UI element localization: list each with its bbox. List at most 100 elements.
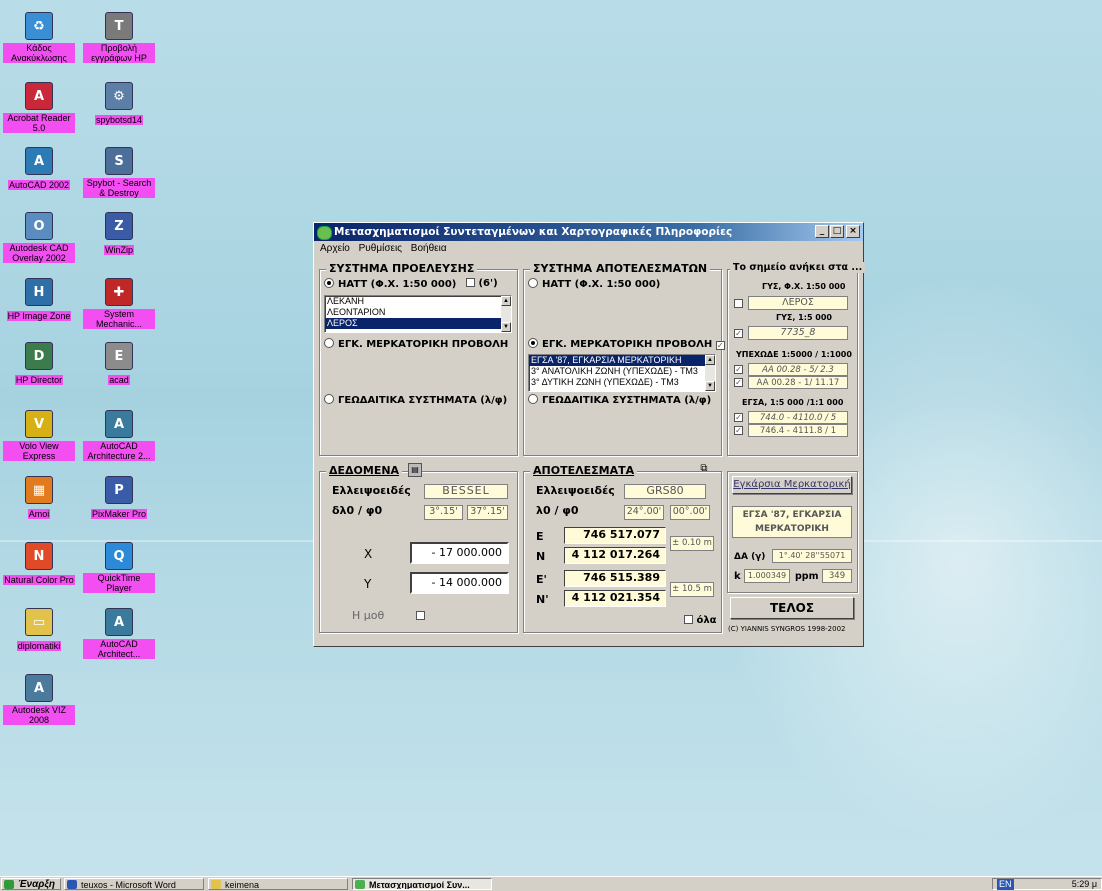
ypexode-checkbox-2[interactable]: ✓ xyxy=(734,378,743,387)
paste-icon[interactable]: ▤ xyxy=(408,463,422,477)
desktop-icon[interactable]: D HP Director xyxy=(3,342,75,386)
egsa-checkbox-2[interactable]: ✓ xyxy=(734,426,743,435)
source-6-checkbox[interactable]: (6') xyxy=(466,278,498,289)
k-value: 1.000349 xyxy=(744,569,790,583)
n-value: 4 112 017.264 xyxy=(564,547,666,564)
desktop-icon[interactable]: O Autodesk CAD Overlay 2002 xyxy=(3,212,75,264)
desktop-icon-label: Προβολή εγγράφων HP xyxy=(83,43,155,63)
desktop-icon-label: HP Image Zone xyxy=(6,311,72,321)
desktop-icon-label: AutoCAD Architecture 2... xyxy=(83,441,155,461)
desktop-icon[interactable]: ✚ System Mechanic... xyxy=(83,278,155,330)
desktop-icon[interactable]: Q QuickTime Player xyxy=(83,542,155,594)
desktop-icon[interactable]: P PixMaker Pro xyxy=(83,476,155,520)
desktop-icon[interactable]: ⚙ spybotsd14 xyxy=(83,82,155,126)
list-item[interactable]: 3° ΔΥΤΙΚΗ ΖΩΝΗ (ΥΠΕΧΩΔΕ) - ΤΜ3 xyxy=(529,377,715,388)
menu-file[interactable]: Αρχείο xyxy=(320,243,350,254)
desktop-icon[interactable]: V Volo View Express xyxy=(3,410,75,462)
menu-bar: Αρχείο Ρυθμίσεις Βοήθεια xyxy=(314,241,863,257)
desktop-icon[interactable]: Eacad xyxy=(83,342,155,386)
scroll-down-icon[interactable]: ▼ xyxy=(705,381,715,391)
desktop-icon-label: WinZip xyxy=(103,245,134,255)
copyright-text: (C) YIANNIS SYNGROS 1998-2002 xyxy=(728,625,846,633)
list-scrollbar[interactable]: ▲ ▼ xyxy=(501,296,511,332)
e-label: E xyxy=(536,530,544,543)
desktop-icon[interactable]: A Autodesk VIZ 2008 xyxy=(3,674,75,726)
transverse-mercator-button[interactable]: Εγκάρσια Μερκατορική xyxy=(732,476,852,494)
desktop-icon[interactable]: ♻ Κάδος Ανακύκλωσης xyxy=(3,12,75,64)
scroll-down-icon[interactable]: ▼ xyxy=(501,322,511,332)
x-input[interactable]: - 17 000.000 xyxy=(410,542,509,564)
language-indicator[interactable]: EN xyxy=(997,879,1014,890)
input-data-title: ΔΕΔΟΜΕΝΑ xyxy=(326,464,403,477)
list-item-selected[interactable]: ΛΕΡΟΣ xyxy=(325,318,511,329)
list-item[interactable]: ΛΕΚΑΝΗ xyxy=(325,296,511,307)
list-item-selected[interactable]: ΕΓΣΑ '87, ΕΓΚΑΡΣΙΑ ΜΕΡΚΑΤΟΡΙΚΗ xyxy=(529,355,715,366)
gys50-checkbox[interactable] xyxy=(734,299,743,308)
y-input[interactable]: - 14 000.000 xyxy=(410,572,509,594)
desktop-icon[interactable]: ▭ diplomatiki xyxy=(3,608,75,652)
accuracy-1: ± 0.10 m xyxy=(670,536,714,551)
source-ellipsoid-value: BESSEL xyxy=(424,484,508,499)
desktop-app-icon: O xyxy=(25,212,53,240)
desktop-icon[interactable]: N Natural Color Pro xyxy=(3,542,75,586)
gys5-checkbox[interactable]: ✓ xyxy=(734,329,743,338)
ypexode-value-1: AA 00.28 - 5/ 2.3 xyxy=(748,363,848,376)
end-button[interactable]: ΤΕΛΟΣ xyxy=(730,597,854,619)
desktop-icon-label: spybotsd14 xyxy=(94,115,144,125)
scroll-up-icon[interactable]: ▲ xyxy=(705,355,715,365)
n-prime-label: N' xyxy=(536,593,549,606)
x-label: X xyxy=(364,547,373,561)
merc-projection-list[interactable]: ΕΓΣΑ '87, ΕΓΚΑΡΣΙΑ ΜΕΡΚΑΤΟΡΙΚΗ 3° ΑΝΑΤΟΛ… xyxy=(528,354,716,392)
minimize-button[interactable]: _ xyxy=(815,225,829,238)
desktop-icon[interactable]: A AutoCAD Architecture 2... xyxy=(83,410,155,462)
menu-help[interactable]: Βοήθεια xyxy=(411,243,447,254)
desktop-icon-label: Autodesk CAD Overlay 2002 xyxy=(3,243,75,263)
word-icon xyxy=(67,880,77,889)
desktop-icon[interactable]: T Προβολή εγγράφων HP xyxy=(83,12,155,64)
target-geod-radio[interactable]: ΓΕΩΔΑΙΤΙΚΑ ΣΥΣΤΗΜΑΤΑ (λ/φ) xyxy=(528,394,711,406)
all-checkbox[interactable]: όλα xyxy=(684,615,717,626)
source-geod-radio[interactable]: ΓΕΩΔΑΙΤΙΚΑ ΣΥΣΤΗΜΑΤΑ (λ/φ) xyxy=(324,394,507,406)
desktop-icon[interactable]: A Acrobat Reader 5.0 xyxy=(3,82,75,134)
close-button[interactable]: × xyxy=(846,225,860,238)
list-scrollbar[interactable]: ▲ ▼ xyxy=(705,355,715,391)
menu-settings[interactable]: Ρυθμίσεις xyxy=(359,243,402,254)
window-titlebar[interactable]: Μετασχηματισμοί Συντεταγμένων και Χαρτογ… xyxy=(314,223,863,241)
desktop-app-icon: A xyxy=(25,147,53,175)
desktop-icon[interactable]: ▦ Amoi xyxy=(3,476,75,520)
desktop-icon[interactable]: A AutoCAD 2002 xyxy=(3,147,75,191)
egsa-value-1: 744.0 - 4110.0 / 5 xyxy=(748,411,848,424)
egsa-checkbox-1[interactable]: ✓ xyxy=(734,413,743,422)
target-hatt-radio[interactable]: HATT (Φ.Χ. 1:50 000) xyxy=(528,278,660,290)
desktop-icon[interactable]: H HP Image Zone xyxy=(3,278,75,322)
target-ellipsoid-value: GRS80 xyxy=(624,484,706,499)
clock: 5:29 μ xyxy=(1071,879,1097,889)
maximize-button[interactable]: □ xyxy=(830,225,844,238)
target-merc-radio[interactable]: ΕΓΚ. ΜΕΡΚΑΤΟΡΙΚΗ ΠΡΟΒΟΛΗ ✓ xyxy=(528,338,725,350)
target-lf-label: λ0 / φ0 xyxy=(536,504,579,517)
copy-icon[interactable]: ⧉ xyxy=(698,463,710,475)
hatt-sheet-list[interactable]: ΛΕΚΑΝΗ ΛΕΟΝΤΑΡΙΟΝ ΛΕΡΟΣ ▲ ▼ xyxy=(324,295,512,333)
list-item[interactable]: ΛΕΟΝΤΑΡΙΟΝ xyxy=(325,307,511,318)
desktop-icon[interactable]: A AutoCAD Architect... xyxy=(83,608,155,660)
list-item[interactable]: 3° ΑΝΑΤΟΛΙΚΗ ΖΩΝΗ (ΥΠΕΧΩΔΕ) - ΤΜ3 xyxy=(529,366,715,377)
ypexode-label: ΥΠΕΧΩΔΕ 1:5000 / 1:1000 xyxy=(736,350,852,359)
da-label: ΔΑ (γ) xyxy=(734,552,766,562)
source-f0-value: 37°.15' xyxy=(467,505,508,520)
desktop-icon[interactable]: S Spybot - Search & Destroy xyxy=(83,147,155,199)
start-button[interactable]: Έναρξη xyxy=(1,878,61,890)
desktop-icon[interactable]: Z WinZip xyxy=(83,212,155,256)
source-hatt-radio[interactable]: HATT (Φ.Χ. 1:50 000) xyxy=(324,278,456,290)
scroll-up-icon[interactable]: ▲ xyxy=(501,296,511,306)
source-merc-radio[interactable]: ΕΓΚ. ΜΕΡΚΑΤΟΡΙΚΗ ΠΡΟΒΟΛΗ xyxy=(324,338,508,350)
ypexode-checkbox-1[interactable]: ✓ xyxy=(734,365,743,374)
input-data-group: ΔΕΔΟΜΕΝΑ ▤ Ελλειψοειδές BESSEL δλ0 / φ0 … xyxy=(319,463,518,633)
taskbar-word-button[interactable]: teuxos - Microsoft Word xyxy=(64,878,204,890)
taskbar-app-button[interactable]: Μετασχηματισμοί Συν... xyxy=(352,878,492,890)
desktop-app-icon: D xyxy=(25,342,53,370)
desktop-app-icon: ▭ xyxy=(25,608,53,636)
target-f0-value: 00°.00' xyxy=(670,505,710,520)
e-value: 746 517.077 xyxy=(564,527,666,544)
taskbar-folder-button[interactable]: keimena xyxy=(208,878,348,890)
hmth-checkbox[interactable] xyxy=(416,611,425,620)
